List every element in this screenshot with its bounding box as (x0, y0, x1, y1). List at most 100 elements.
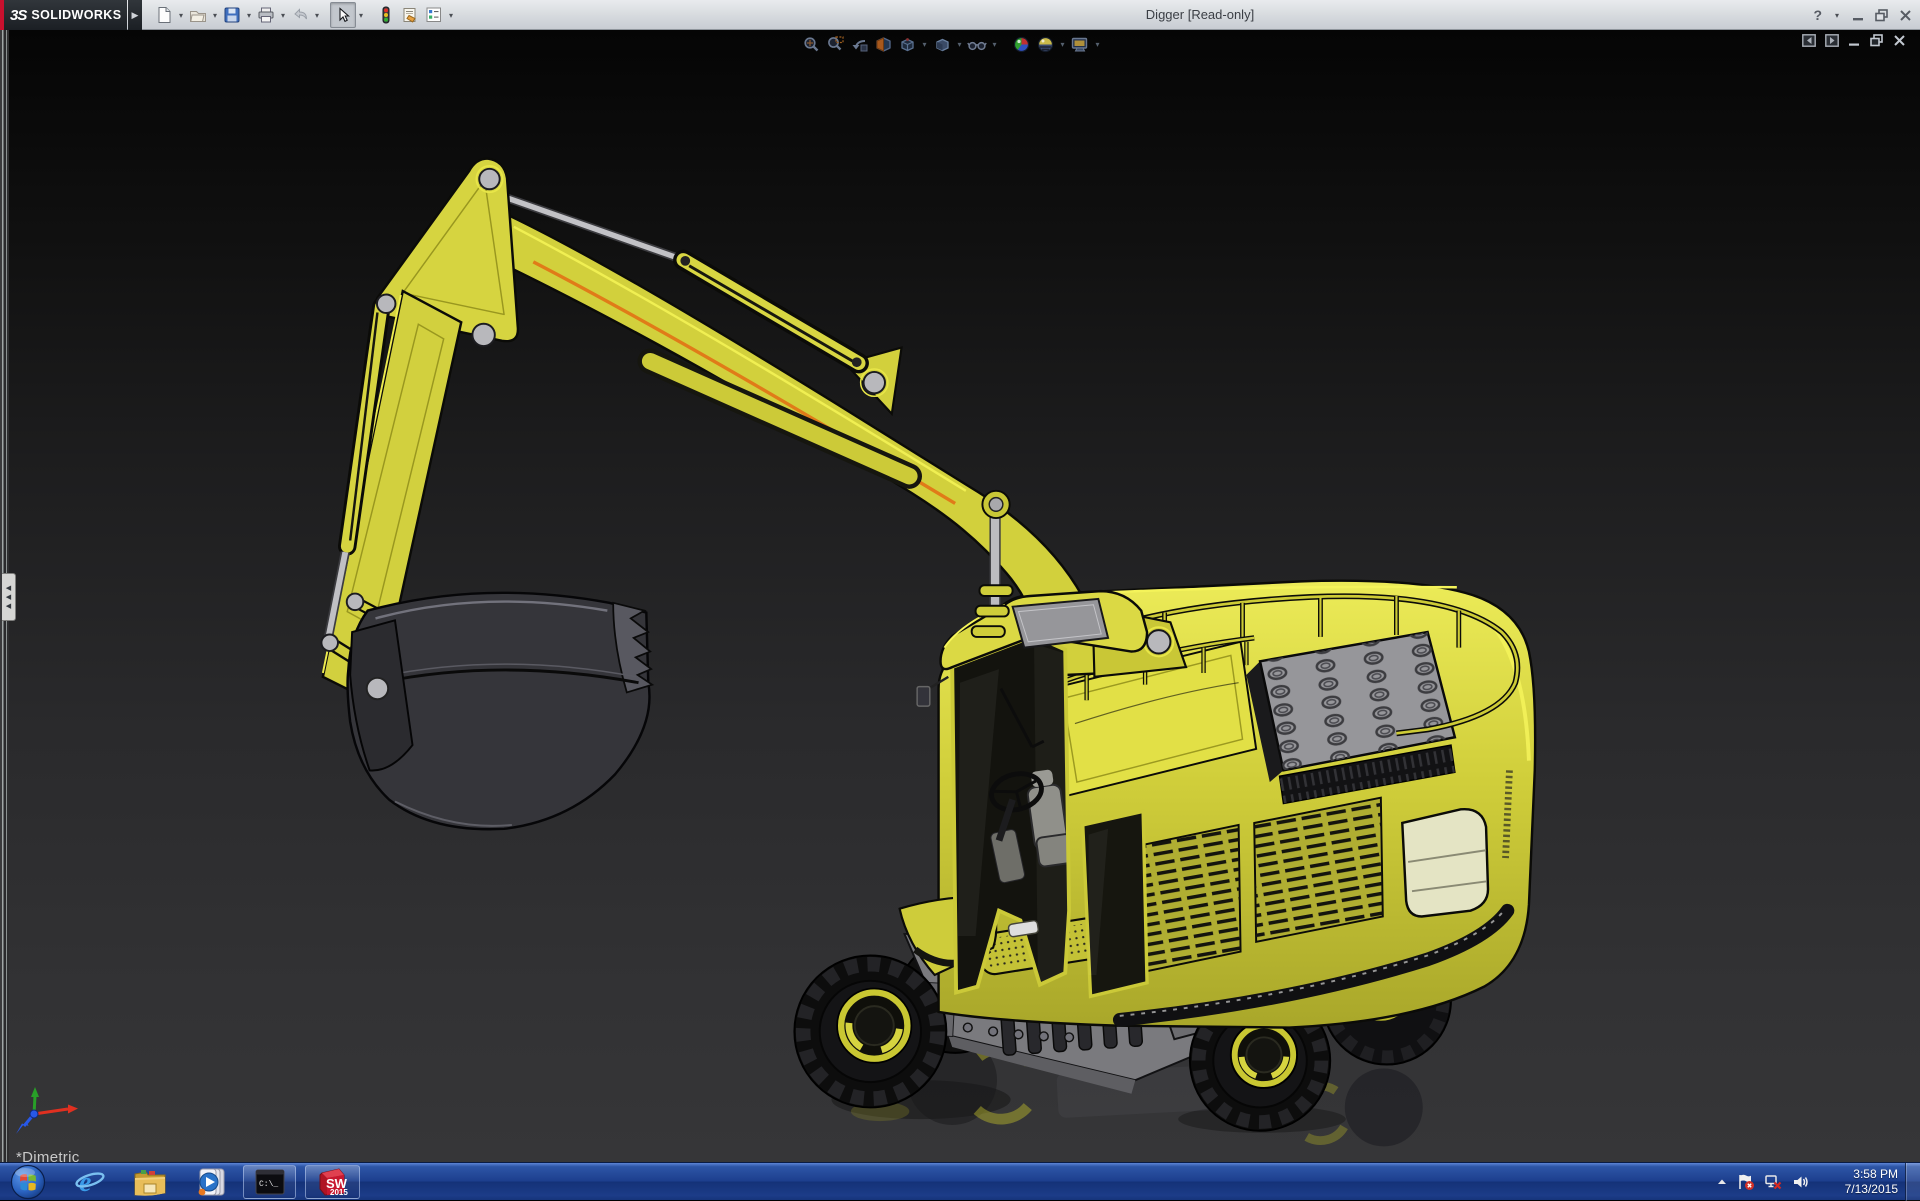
print-dropdown[interactable]: ▾ (278, 11, 288, 20)
document-close-icon[interactable] (1893, 34, 1906, 47)
options-icon (426, 7, 441, 22)
view-orientation-label: *Dimetric (16, 1149, 80, 1162)
zoom-to-fit-button[interactable] (800, 33, 822, 55)
view-settings-dropdown[interactable]: ▾ (1093, 40, 1102, 49)
edit-appearance-button[interactable] (1010, 33, 1032, 55)
minimize-button[interactable] (1852, 9, 1865, 22)
eyeglasses-icon (967, 41, 987, 50)
dock-left-icon[interactable] (1802, 34, 1816, 47)
zoom-to-area-button[interactable] (824, 33, 846, 55)
appearance-ball-icon (1013, 36, 1029, 52)
system-tray (1716, 1163, 1810, 1201)
display-style-icon (935, 38, 949, 51)
save-button[interactable] (220, 3, 244, 27)
menu-flyout-arrow[interactable]: ▶ (128, 0, 142, 30)
show-hidden-icons-button[interactable] (1716, 1177, 1728, 1187)
display-style-dropdown[interactable]: ▾ (955, 40, 964, 49)
restore-button[interactable] (1875, 8, 1889, 22)
taskbar-solidworks-2015[interactable]: SW 2015 (305, 1165, 360, 1199)
main-toolbar: ▾ ▾ ▾ ▾ ▾ ▾ ▾ (152, 0, 456, 30)
y-axis-arrow (31, 1087, 39, 1097)
clock-time: 3:58 PM (1853, 1167, 1898, 1181)
z-axis-arrow (16, 1121, 29, 1134)
excavator-model[interactable] (320, 157, 1537, 1151)
options-dropdown[interactable]: ▾ (446, 11, 456, 20)
help-dropdown[interactable]: ▾ (1832, 11, 1842, 20)
undo-dropdown[interactable]: ▾ (312, 11, 322, 20)
view-orientation-button[interactable] (896, 33, 918, 55)
select-button[interactable] (330, 2, 356, 28)
print-icon (258, 7, 274, 23)
document-minimize-icon[interactable] (1848, 34, 1861, 47)
folder-icon (134, 1170, 166, 1196)
open-button[interactable] (186, 3, 210, 27)
taskbar-media-player[interactable] (190, 1163, 232, 1201)
zoom-to-fit-icon (803, 36, 818, 51)
view-orientation-icon (900, 37, 914, 51)
rebuild-button[interactable] (374, 3, 398, 27)
cab-door-window (1080, 809, 1149, 999)
screen: { "window": { "brand_mark": "3S", "brand… (0, 0, 1920, 1201)
options-button[interactable] (422, 3, 446, 27)
save-dropdown[interactable]: ▾ (244, 11, 254, 20)
apply-scene-icon (1037, 36, 1053, 52)
boom-cylinder-rod (989, 514, 1001, 616)
view-settings-icon (1071, 37, 1088, 51)
brand-mark: 3S (10, 6, 27, 24)
display-style-button[interactable] (931, 33, 953, 55)
collapse-arrow-icon: ◀ (5, 584, 12, 592)
open-dropdown[interactable]: ▾ (210, 11, 220, 20)
taskbar-command-prompt[interactable]: C:\_ (243, 1165, 296, 1199)
x-axis-arrow (68, 1104, 78, 1114)
zoom-to-area-icon (827, 35, 844, 50)
title-bar: 3S SOLIDWORKS ▶ ▾ ▾ ▾ ▾ ▾ ▾ ▾ Digger [Re… (0, 0, 1920, 30)
brand-name: SOLIDWORKS (31, 8, 122, 22)
document-restore-icon[interactable] (1870, 34, 1884, 47)
graphics-viewport[interactable]: ◀ ◀ ◀ ▾ ▾ ▾ ▾ ▾ *Dimetric (0, 30, 1920, 1162)
media-player-icon (198, 1168, 225, 1196)
heads-up-view-toolbar: ▾ ▾ ▾ ▾ ▾ (800, 32, 1102, 56)
rear-side-window (1401, 807, 1490, 918)
taskbar-windows-explorer[interactable] (128, 1163, 172, 1201)
window-controls: ? ▾ (1813, 0, 1912, 30)
previous-view-icon (852, 39, 867, 51)
apply-scene-dropdown[interactable]: ▾ (1058, 40, 1067, 49)
select-dropdown[interactable]: ▾ (356, 11, 366, 20)
taskbar-clock[interactable]: 3:58 PM 7/13/2015 (1845, 1163, 1898, 1201)
start-button[interactable] (8, 1163, 48, 1201)
side-grille-right (1253, 796, 1384, 944)
view-orientation-dropdown[interactable]: ▾ (920, 40, 929, 49)
show-desktop-button[interactable] (1905, 1163, 1920, 1201)
speaker-icon[interactable] (1792, 1173, 1810, 1191)
dock-right-icon[interactable] (1825, 34, 1839, 47)
new-document-icon (158, 7, 171, 23)
undo-button[interactable] (288, 3, 312, 27)
rebuild-traffic-light-icon (382, 6, 390, 24)
undo-icon (294, 8, 307, 20)
taskbar-internet-explorer[interactable]: e (70, 1163, 110, 1201)
action-center-flag-icon[interactable] (1737, 1173, 1755, 1191)
solidworks-year: 2015 (330, 1188, 348, 1197)
front-left-wheel (793, 954, 948, 1109)
feature-panel-collapsed-tab[interactable]: ◀ ◀ ◀ (2, 573, 16, 621)
section-view-button[interactable] (872, 33, 894, 55)
help-button[interactable]: ? (1813, 7, 1822, 23)
clock-date: 7/13/2015 (1844, 1182, 1898, 1196)
file-properties-button[interactable] (398, 3, 422, 27)
print-button[interactable] (254, 3, 278, 27)
previous-view-button[interactable] (848, 33, 870, 55)
hide-show-dropdown[interactable]: ▾ (990, 40, 999, 49)
apply-scene-button[interactable] (1034, 33, 1056, 55)
section-view-icon (875, 36, 891, 52)
bucket (346, 591, 655, 831)
brand-accent (0, 0, 4, 30)
windows-start-orb-icon (10, 1164, 46, 1200)
new-dropdown[interactable]: ▾ (176, 11, 186, 20)
new-document-button[interactable] (152, 3, 176, 27)
collapse-arrow-icon: ◀ (5, 593, 12, 601)
hide-show-items-button[interactable] (966, 33, 988, 55)
window-title: Digger [Read-only] (1145, 7, 1255, 22)
view-settings-button[interactable] (1069, 33, 1091, 55)
network-error-icon[interactable] (1764, 1173, 1783, 1191)
close-button[interactable] (1899, 9, 1912, 22)
